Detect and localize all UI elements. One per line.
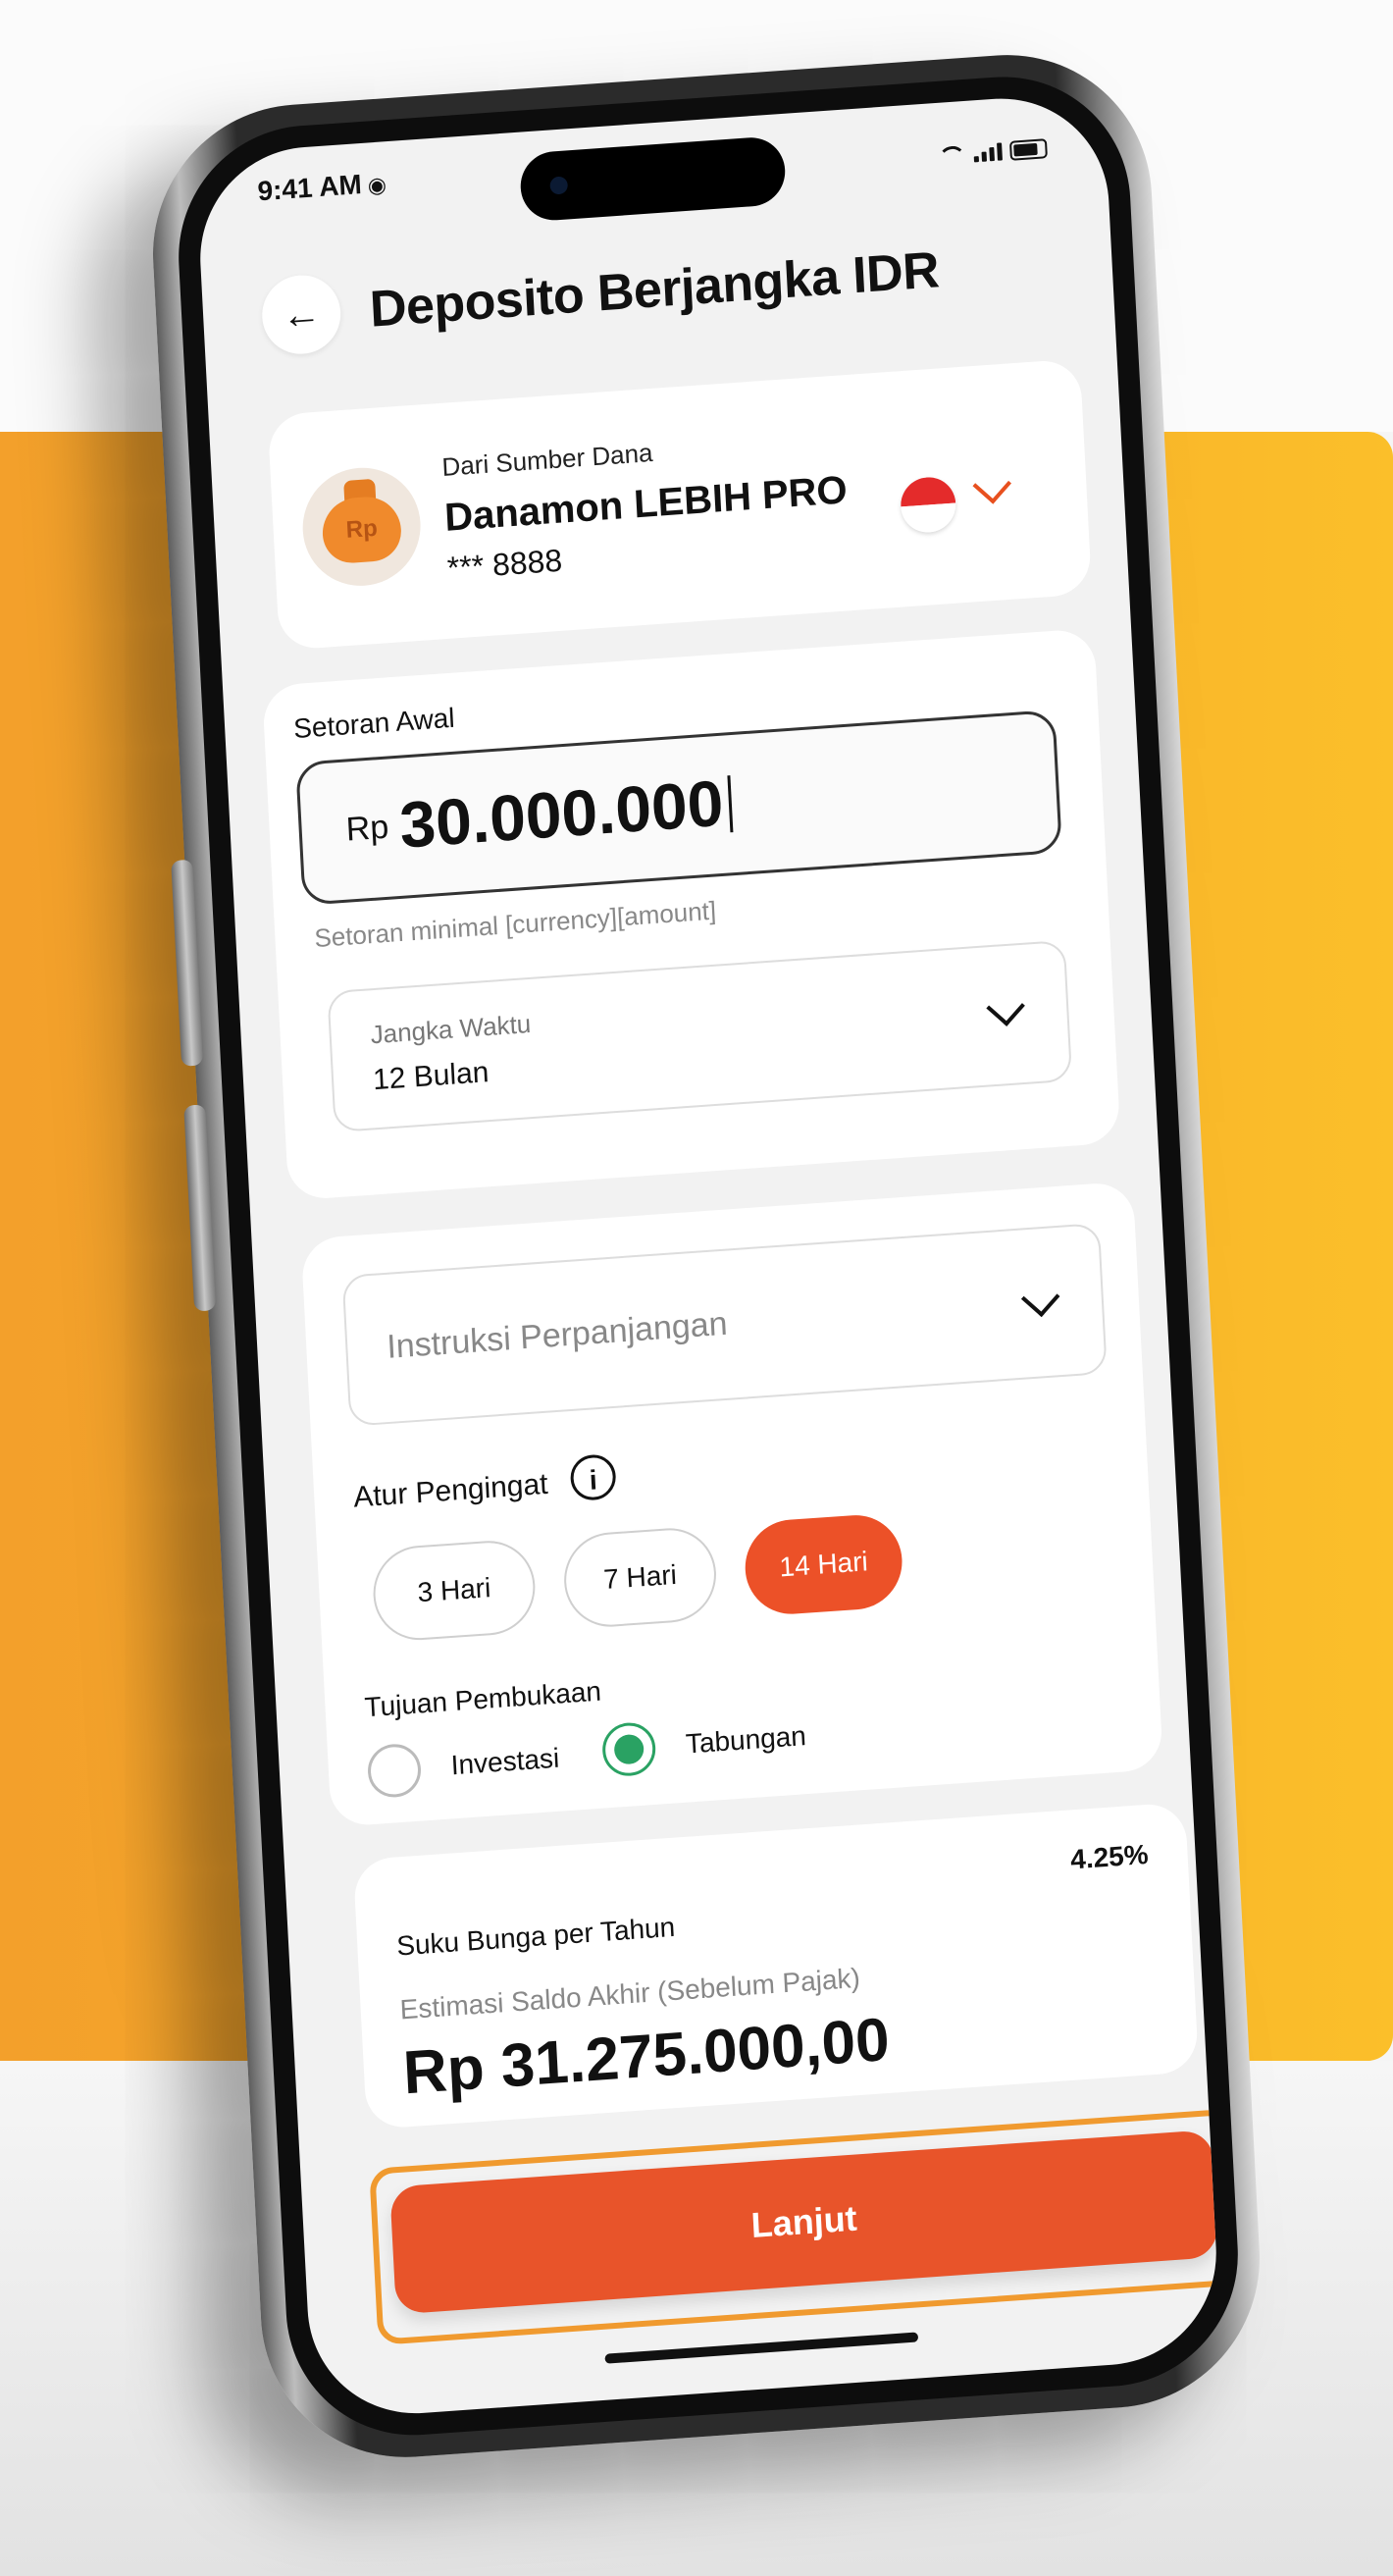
amount-currency: Rp — [344, 808, 390, 849]
reminder-label: Atur Pengingat — [352, 1467, 549, 1514]
renewal-instruction-select[interactable]: Instruksi Perpanjangan — [341, 1222, 1108, 1427]
indonesia-flag-icon — [899, 475, 957, 535]
moneybag-avatar: Rp — [299, 463, 424, 590]
radio-tabungan-label: Tabungan — [685, 1720, 807, 1760]
tenor-select[interactable]: Jangka Waktu 12 Bulan — [327, 939, 1073, 1133]
radio-investasi-label: Investasi — [449, 1742, 560, 1781]
source-caption: Dari Sumber Dana — [440, 437, 654, 482]
focus-mode-icon: ◉ — [367, 172, 387, 198]
back-button[interactable]: ← — [260, 272, 343, 357]
chevron-down-icon[interactable] — [972, 465, 1012, 504]
tenor-value: 12 Bulan — [372, 1056, 490, 1097]
reminder-chip-14[interactable]: 14 Hari — [743, 1511, 904, 1617]
camera-icon — [549, 176, 569, 195]
chevron-down-icon — [986, 987, 1025, 1026]
options-card: Instruksi Perpanjangan Atur Pengingat i … — [300, 1181, 1163, 1827]
radio-investasi[interactable] — [366, 1742, 423, 1800]
reminder-chip-7[interactable]: 7 Hari — [561, 1525, 719, 1630]
amount-value-text: 30.000.000 — [397, 765, 726, 862]
source-account-number: *** 8888 — [445, 542, 564, 586]
interest-card: 4.25% Suku Bunga per Tahun Estimasi Sald… — [352, 1802, 1200, 2130]
deposit-amount-input[interactable]: Rp 30.000.000 — [295, 709, 1062, 906]
minimum-deposit-note: Setoran minimal [currency][amount] — [313, 895, 717, 954]
info-icon[interactable]: i — [569, 1452, 617, 1502]
status-bar-icons — [938, 138, 1048, 166]
interest-rate-label: Suku Bunga per Tahun — [395, 1911, 676, 1962]
app-screen: 9:41 AM ◉ ← Deposito Berjangka IDR Rp Dar… — [194, 91, 1222, 2421]
dynamic-island — [518, 134, 787, 223]
deposit-label: Setoran Awal — [292, 702, 456, 745]
page-title: Deposito Berjangka IDR — [368, 241, 941, 339]
status-time-text: 9:41 AM — [256, 169, 363, 207]
phone-mockup: 9:41 AM ◉ ← Deposito Berjangka IDR Rp Dar… — [145, 45, 1267, 2467]
reminder-chip-3[interactable]: 3 Hari — [371, 1538, 538, 1644]
renewal-placeholder: Instruksi Perpanjangan — [386, 1304, 729, 1366]
amount-value: 30.000.000 — [398, 764, 735, 863]
status-bar-time: 9:41 AM ◉ — [257, 167, 387, 207]
interest-rate-value: 4.25% — [1069, 1838, 1150, 1875]
battery-icon — [1008, 138, 1048, 161]
home-indicator[interactable] — [604, 2332, 919, 2364]
source-account-card[interactable]: Rp Dari Sumber Dana Danamon LEBIH PRO **… — [267, 358, 1093, 651]
wifi-icon — [938, 144, 967, 166]
tenor-label: Jangka Waktu — [369, 1008, 532, 1050]
signal-icon — [973, 142, 1003, 163]
source-account-name: Danamon LEBIH PRO — [443, 468, 849, 540]
chevron-down-icon — [1020, 1278, 1060, 1318]
radio-tabungan[interactable] — [600, 1720, 657, 1778]
moneybag-icon: Rp — [321, 495, 403, 565]
text-cursor — [727, 775, 734, 833]
deposit-card: Setoran Awal Rp 30.000.000 Setoran minim… — [261, 627, 1121, 1201]
purpose-label: Tujuan Pembukaan — [363, 1675, 602, 1723]
arrow-left-icon: ← — [281, 290, 323, 338]
